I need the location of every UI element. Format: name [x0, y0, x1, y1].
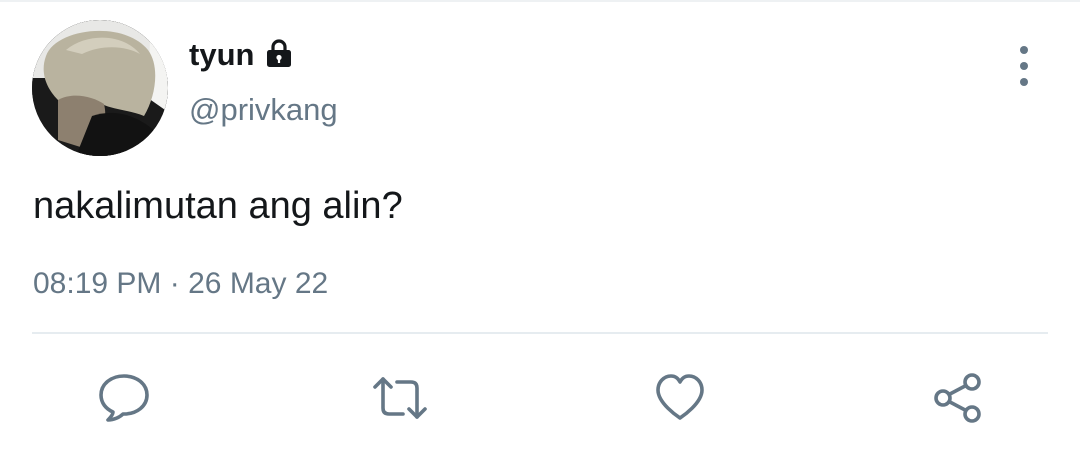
more-dot	[1020, 62, 1028, 70]
like-button[interactable]	[652, 370, 708, 426]
actions-divider	[32, 332, 1048, 334]
more-dot	[1020, 78, 1028, 86]
meta-separator: ·	[169, 267, 180, 300]
more-dot	[1020, 46, 1028, 54]
lock-icon	[267, 39, 292, 67]
top-divider	[0, 0, 1080, 2]
share-icon	[934, 373, 981, 423]
avatar-image	[32, 20, 168, 156]
speech-bubble-icon	[99, 374, 149, 422]
avatar[interactable]	[32, 20, 168, 156]
tweet-time: 08:19 PM	[33, 267, 162, 300]
heart-icon	[656, 374, 704, 420]
retweet-icon	[373, 377, 427, 419]
reply-button[interactable]	[96, 370, 152, 426]
tweet-card: tyun @privkang nakalimutan ang alin? 08:…	[0, 0, 1080, 452]
tweet-date: 26 May 22	[188, 267, 329, 300]
user-handle[interactable]: @privkang	[189, 92, 338, 128]
display-name-text: tyun	[189, 37, 255, 72]
display-name[interactable]: tyun	[189, 37, 295, 73]
retweet-button[interactable]	[372, 370, 428, 426]
tweet-meta: 08:19 PM · 26 May 22	[33, 266, 328, 302]
tweet-text: nakalimutan ang alin?	[33, 185, 403, 227]
vertical-ellipsis-icon[interactable]	[1011, 46, 1037, 86]
share-button[interactable]	[930, 370, 986, 426]
